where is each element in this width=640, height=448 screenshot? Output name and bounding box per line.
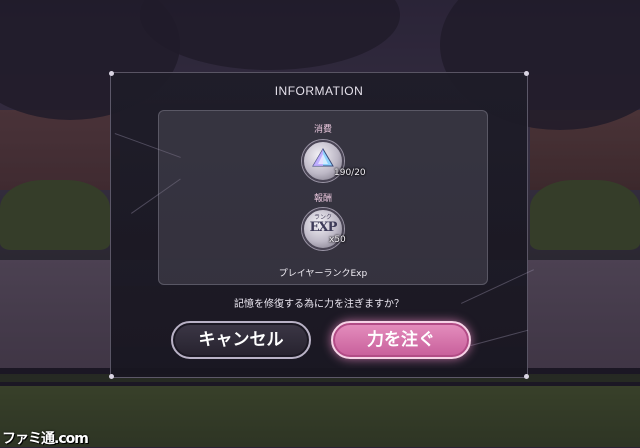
corner-dot (109, 374, 114, 379)
cancel-button[interactable]: キャンセル (171, 321, 311, 359)
cost-reward-panel: 消費 190/20 報酬 ランク EXP x50 プレイヤーランクExp (158, 110, 488, 285)
dialog-title: INFORMATION (274, 84, 364, 98)
corner-dot (524, 71, 529, 76)
pour-power-button[interactable]: 力を注ぐ (331, 321, 471, 359)
confirm-question: 記憶を修復する為に力を注ぎますか？ (234, 299, 404, 310)
exp-icon-text: EXP (309, 220, 338, 235)
corner-dot (109, 71, 114, 76)
reward-amount: x50 (329, 235, 346, 245)
cost-amount: 190/20 (334, 168, 366, 178)
reward-label: 報酬 (313, 194, 332, 204)
crystal-icon-glyph (312, 148, 334, 167)
corner-dot (524, 374, 529, 379)
reward-name: プレイヤーランクExp (278, 269, 368, 279)
cost-label: 消費 (313, 125, 332, 135)
information-dialog: INFORMATION 消費 190/20 報酬 ランク EXP x50 プレイ… (109, 71, 534, 379)
watermark-logo: ファミ通.com (2, 431, 89, 447)
